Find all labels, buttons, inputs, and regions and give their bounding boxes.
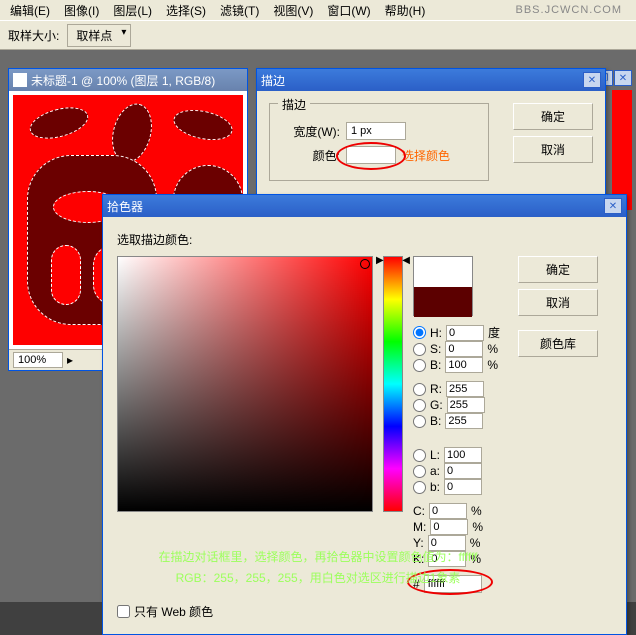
menu-image[interactable]: 图像(I) — [58, 0, 105, 21]
menu-edit[interactable]: 编辑(E) — [4, 0, 56, 21]
radio-r[interactable] — [413, 383, 426, 396]
input-bv[interactable] — [445, 357, 483, 373]
picker-prompt: 选取描边颜色: — [117, 231, 612, 248]
zoom-field[interactable]: 100% — [13, 352, 63, 368]
menu-help[interactable]: 帮助(H) — [379, 0, 432, 21]
label-s: S: — [430, 342, 441, 356]
picker-cancel-button[interactable]: 取消 — [518, 289, 598, 316]
stroke-ok-button[interactable]: 确定 — [513, 103, 593, 130]
document-titlebar[interactable]: 未标题-1 @ 100% (图层 1, RGB/8) — [9, 69, 247, 91]
unit-pct-b: % — [487, 358, 498, 372]
workspace: _ ❐ ✕ 未标题-1 @ 100% (图层 1, RGB/8) 100% ▸ — [0, 50, 636, 602]
unit-deg: 度 — [488, 324, 500, 341]
tutorial-caption: 在描边对话框里，选择颜色，再拾色器中设置颜色值为：ffffff RGB：255，… — [0, 547, 636, 590]
menu-select[interactable]: 选择(S) — [160, 0, 212, 21]
input-b2[interactable] — [444, 479, 482, 495]
picker-close-button[interactable]: ✕ — [604, 198, 622, 214]
sample-size-dropdown[interactable]: 取样点 — [67, 24, 131, 47]
hue-arrow-left-icon: ▶ — [376, 255, 384, 266]
document-icon — [13, 73, 27, 87]
statusbar-chevron-icon[interactable]: ▸ — [67, 353, 73, 367]
input-r[interactable] — [446, 381, 484, 397]
label-a: a: — [430, 464, 440, 478]
document-title: 未标题-1 @ 100% (图层 1, RGB/8) — [31, 72, 215, 89]
menu-bar: 编辑(E) 图像(I) 图层(L) 选择(S) 滤镜(T) 视图(V) 窗口(W… — [0, 0, 636, 20]
input-l[interactable] — [444, 447, 482, 463]
label-r: R: — [430, 382, 442, 396]
label-g: G: — [430, 398, 443, 412]
sample-size-label: 取样大小: — [8, 27, 59, 44]
color-preview — [413, 256, 473, 316]
caption-line-2: RGB：255，255，255，用白色对选区进行描边1象素 — [0, 568, 636, 590]
input-h[interactable] — [446, 325, 484, 341]
hue-arrow-right-icon: ◀ — [402, 255, 410, 266]
web-only-checkbox[interactable] — [117, 605, 130, 618]
picker-title: 拾色器 — [107, 198, 143, 215]
menu-window[interactable]: 窗口(W) — [321, 0, 376, 21]
unit-pct-s: % — [487, 342, 498, 356]
label-b2: b: — [430, 480, 440, 494]
label-h: H: — [430, 326, 442, 340]
stroke-cancel-button[interactable]: 取消 — [513, 136, 593, 163]
picker-titlebar[interactable]: 拾色器 ✕ — [103, 195, 626, 217]
menu-view[interactable]: 视图(V) — [267, 0, 319, 21]
menu-layer[interactable]: 图层(L) — [107, 0, 158, 21]
label-m: M: — [413, 520, 426, 534]
label-l: L: — [430, 448, 440, 462]
input-a[interactable] — [444, 463, 482, 479]
stroke-legend: 描边 — [278, 96, 310, 113]
picker-ok-button[interactable]: 确定 — [518, 256, 598, 283]
radio-g[interactable] — [413, 399, 426, 412]
input-g[interactable] — [447, 397, 485, 413]
stroke-close-button[interactable]: ✕ — [583, 72, 601, 88]
caption-line-1: 在描边对话框里，选择颜色，再拾色器中设置颜色值为：ffffff — [0, 547, 636, 569]
radio-bb[interactable] — [413, 415, 426, 428]
radio-a[interactable] — [413, 465, 426, 478]
sv-cursor-icon — [360, 259, 370, 269]
background-canvas-strip — [612, 90, 632, 210]
unit-pct-m: % — [472, 520, 483, 534]
width-label: 宽度(W): — [280, 123, 340, 140]
radio-h[interactable] — [413, 326, 426, 339]
color-swatch[interactable] — [346, 146, 396, 164]
stroke-fieldset: 描边 宽度(W): 颜色: 选择颜色 — [269, 103, 489, 181]
menu-filter[interactable]: 滤镜(T) — [214, 0, 265, 21]
options-bar: 取样大小: 取样点 — [0, 20, 636, 50]
hue-slider[interactable]: ▶ ◀ — [383, 256, 403, 512]
label-bv: B: — [430, 358, 441, 372]
radio-s[interactable] — [413, 343, 426, 356]
input-s[interactable] — [445, 341, 483, 357]
unit-pct-c: % — [471, 504, 482, 518]
radio-b2[interactable] — [413, 481, 426, 494]
width-input[interactable] — [346, 122, 406, 140]
saturation-value-field[interactable] — [117, 256, 373, 512]
web-only-label: 只有 Web 颜色 — [134, 603, 213, 620]
color-label: 颜色: — [280, 147, 340, 164]
label-c: C: — [413, 504, 425, 518]
radio-b[interactable] — [413, 359, 426, 372]
label-bb: B: — [430, 414, 441, 428]
input-c[interactable] — [429, 503, 467, 519]
radio-l[interactable] — [413, 449, 426, 462]
stroke-titlebar[interactable]: 描边 ✕ — [257, 69, 605, 91]
picker-library-button[interactable]: 颜色库 — [518, 330, 598, 357]
color-current[interactable] — [414, 287, 472, 317]
watermark: BBS.JCWCN.COM — [510, 2, 629, 18]
pick-color-link: 选择颜色 — [402, 147, 450, 164]
mdi-close[interactable]: ✕ — [614, 70, 632, 86]
stroke-title: 描边 — [261, 72, 285, 89]
color-new — [414, 257, 472, 287]
input-m[interactable] — [430, 519, 468, 535]
input-bb[interactable] — [445, 413, 483, 429]
